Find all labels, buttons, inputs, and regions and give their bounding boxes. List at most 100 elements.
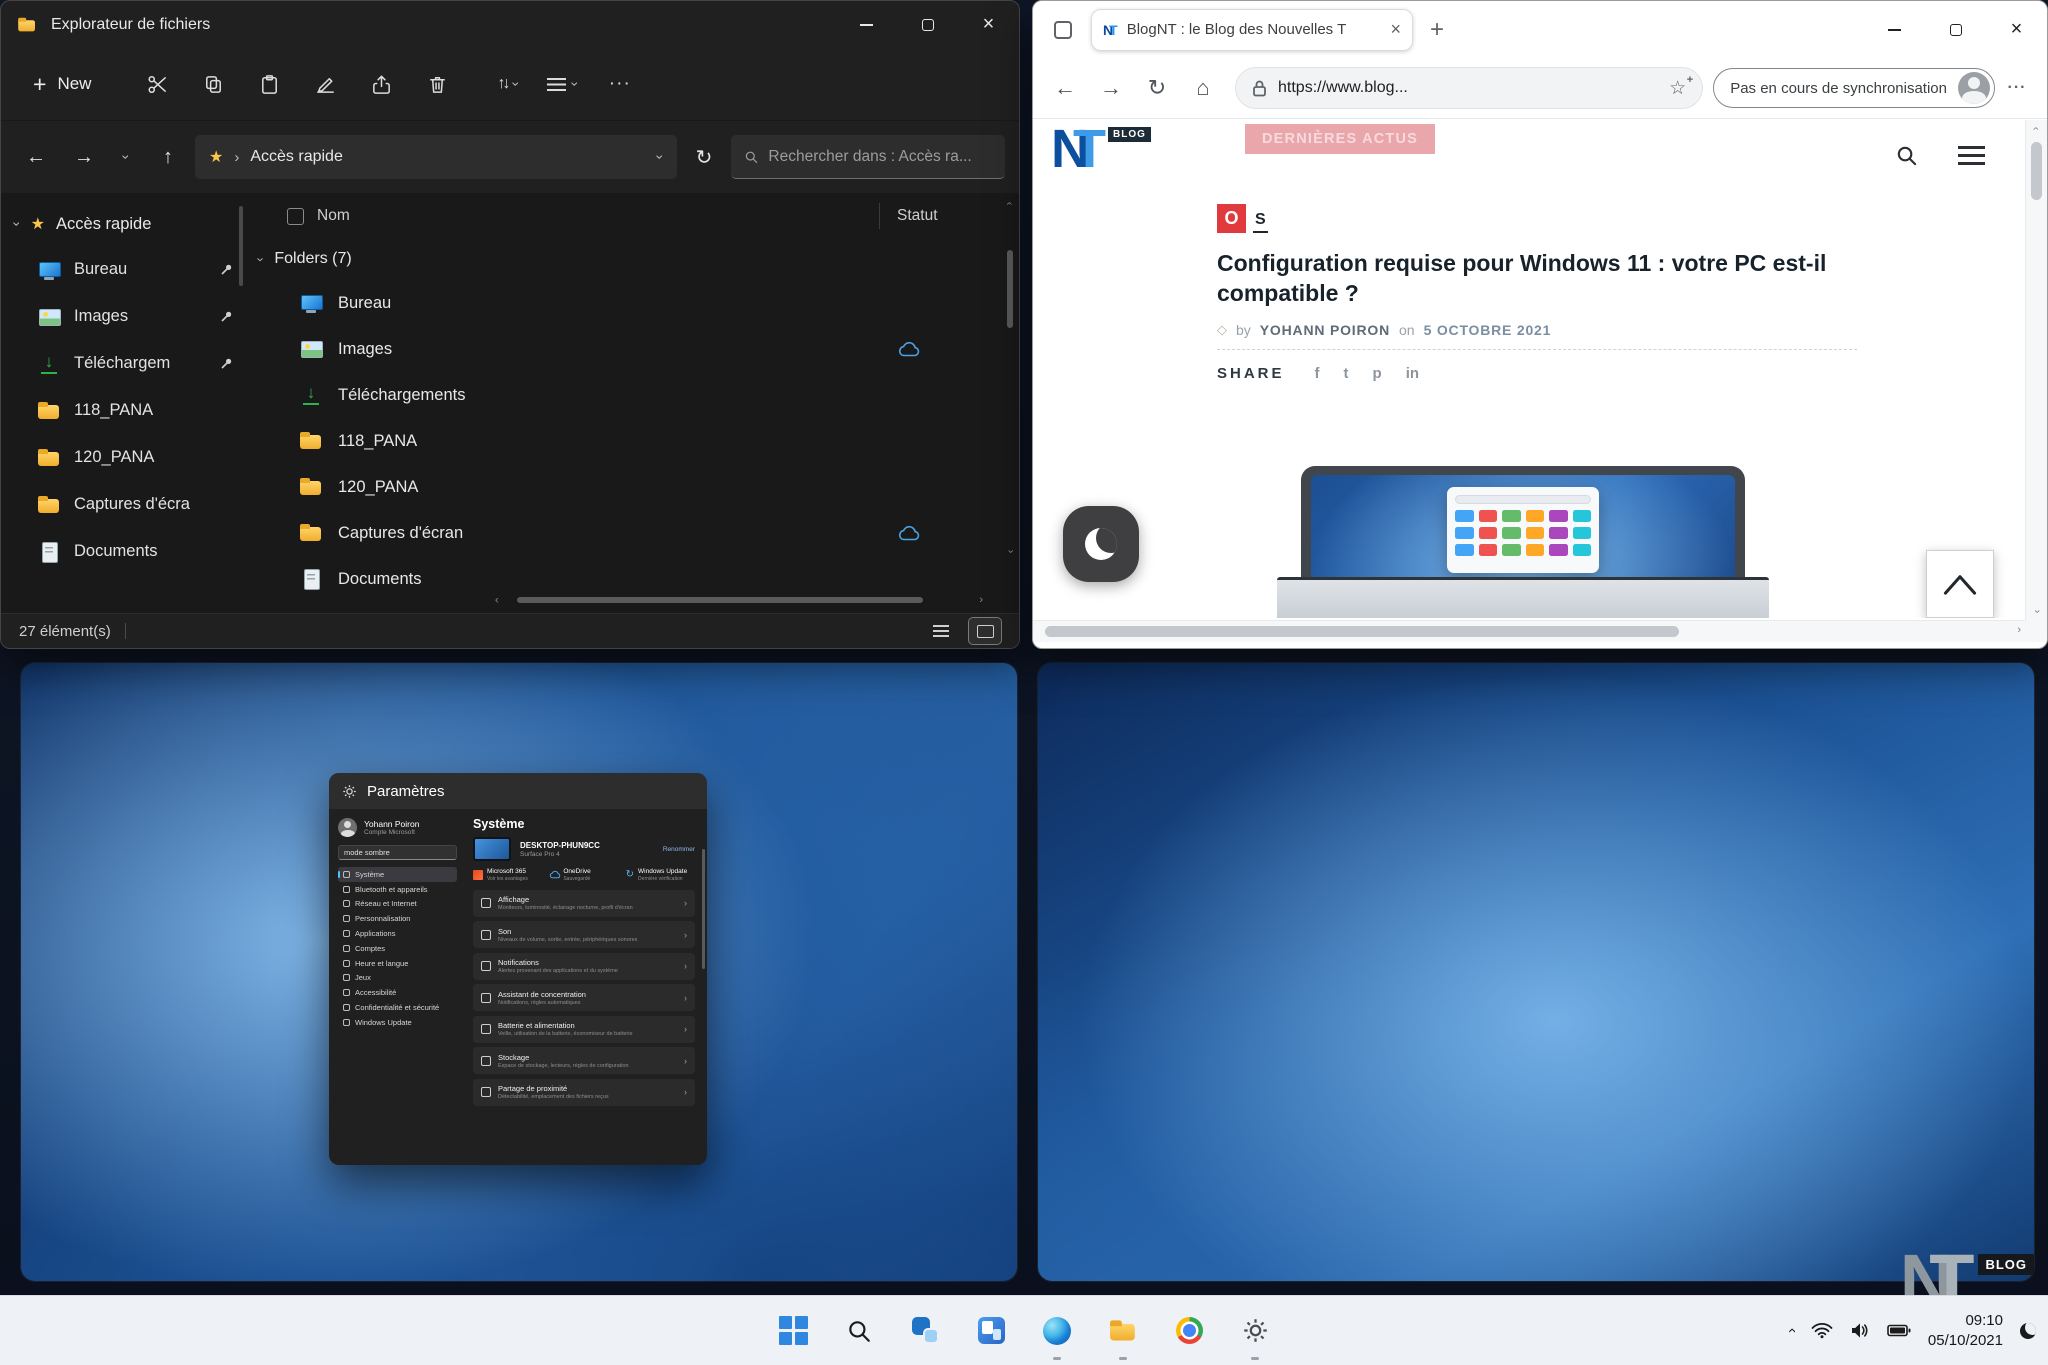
maximize-button[interactable] bbox=[897, 1, 958, 48]
explorer-search-box[interactable] bbox=[731, 135, 1005, 179]
microsoft-365-card[interactable]: Microsoft 365Voir les avantages bbox=[473, 868, 542, 882]
settings-nav-personnalisation[interactable]: Personnalisation bbox=[338, 911, 457, 926]
share-button[interactable] bbox=[355, 60, 407, 108]
twitter-icon[interactable]: t bbox=[1344, 365, 1349, 382]
file-row-120-pana[interactable]: 120_PANA bbox=[243, 464, 1019, 510]
scroll-left-arrow[interactable]: › bbox=[495, 594, 499, 605]
horizontal-scrollbar[interactable]: › › bbox=[495, 593, 983, 607]
widgets-button[interactable] bbox=[968, 1308, 1014, 1354]
volume-icon[interactable] bbox=[1850, 1322, 1870, 1339]
settings-nav-confidentialite[interactable]: Confidentialité et sécurité bbox=[338, 1000, 457, 1015]
delete-button[interactable] bbox=[411, 60, 463, 108]
show-hidden-icons-chevron[interactable]: › bbox=[1784, 1328, 1799, 1333]
address-bar[interactable]: https://www.blog... ☆+ bbox=[1235, 67, 1703, 109]
scroll-up-arrow[interactable]: › bbox=[1005, 197, 1016, 211]
file-row-captures[interactable]: Captures d'écran bbox=[243, 510, 1019, 556]
linkedin-icon[interactable]: in bbox=[1406, 365, 1419, 382]
settings-row-affichage[interactable]: AffichageMoniteurs, luminosité, éclairag… bbox=[473, 890, 695, 917]
taskbar-chrome-button[interactable] bbox=[1166, 1308, 1212, 1354]
browser-tab[interactable]: NT BlogNT : le Blog des Nouvelles T × bbox=[1091, 9, 1413, 51]
scroll-down-arrow[interactable]: › bbox=[1005, 545, 1016, 559]
sidebar-quick-access-header[interactable]: › ★ Accès rapide bbox=[1, 202, 243, 246]
paste-button[interactable] bbox=[243, 60, 295, 108]
site-menu-hamburger-icon[interactable] bbox=[1958, 146, 1985, 165]
site-search-icon[interactable] bbox=[1895, 144, 1918, 167]
column-header-statut[interactable]: Statut bbox=[897, 207, 938, 225]
details-view-toggle[interactable] bbox=[925, 618, 957, 644]
settings-row-partage[interactable]: Partage de proximitéDétectabilité, empla… bbox=[473, 1079, 695, 1106]
minimize-button[interactable] bbox=[836, 1, 897, 48]
settings-nav-systeme[interactable]: Système bbox=[338, 867, 457, 882]
settings-scrollbar[interactable] bbox=[702, 849, 705, 969]
view-button[interactable]: › bbox=[535, 60, 590, 108]
file-row-118-pana[interactable]: 118_PANA bbox=[243, 418, 1019, 464]
settings-nav-comptes[interactable]: Comptes bbox=[338, 941, 457, 956]
settings-and-more-button[interactable]: ··· bbox=[1997, 66, 2037, 110]
add-favorite-icon[interactable]: ☆+ bbox=[1669, 77, 1686, 100]
explorer-search-input[interactable] bbox=[768, 148, 992, 166]
home-button[interactable]: ⌂ bbox=[1181, 66, 1225, 110]
vertical-scroll-thumb[interactable] bbox=[1007, 250, 1013, 328]
taskbar-settings-button[interactable] bbox=[1232, 1308, 1278, 1354]
scroll-down-arrow[interactable]: › bbox=[2031, 601, 2042, 622]
profile-button[interactable]: Pas en cours de synchronisation bbox=[1713, 68, 1995, 108]
start-button[interactable] bbox=[770, 1308, 816, 1354]
new-button[interactable]: + New bbox=[15, 61, 109, 107]
facebook-icon[interactable]: f bbox=[1315, 365, 1320, 382]
snap-zone-right[interactable] bbox=[1038, 663, 2034, 1281]
group-header-folders[interactable]: › Folders (7) bbox=[243, 238, 1019, 280]
vertical-scrollbar[interactable]: › › bbox=[1003, 198, 1017, 557]
tab-actions-button[interactable] bbox=[1045, 12, 1081, 48]
select-all-checkbox[interactable] bbox=[287, 208, 304, 225]
task-view-button[interactable] bbox=[902, 1308, 948, 1354]
scroll-up-arrow[interactable]: › bbox=[2031, 118, 2042, 139]
maximize-button[interactable] bbox=[1925, 1, 1986, 58]
close-button[interactable]: × bbox=[958, 1, 1019, 48]
back-button[interactable]: ← bbox=[15, 136, 57, 178]
large-icons-view-toggle[interactable] bbox=[969, 618, 1001, 644]
sidebar-item-bureau[interactable]: Bureau bbox=[1, 246, 243, 293]
horizontal-scroll-thumb[interactable] bbox=[1045, 626, 1679, 637]
page-vertical-scrollbar[interactable]: › › bbox=[2025, 120, 2047, 620]
column-header-nom[interactable]: Nom bbox=[317, 207, 350, 225]
address-breadcrumb[interactable]: ★ › Accès rapide › bbox=[195, 135, 677, 179]
settings-window-thumbnail[interactable]: Paramètres Yohann Poiron Compte Microsof… bbox=[329, 773, 707, 1165]
rename-link[interactable]: Renommer bbox=[663, 846, 695, 853]
refresh-button[interactable]: ↻ bbox=[1135, 66, 1179, 110]
settings-row-batterie[interactable]: Batterie et alimentationVeille, utilisat… bbox=[473, 1016, 695, 1043]
settings-row-stockage[interactable]: StockageEspace de stockage, lecteurs, rè… bbox=[473, 1047, 695, 1074]
sidebar-item-documents[interactable]: Documents bbox=[1, 528, 243, 575]
taskbar-clock[interactable]: 09:10 05/10/2021 bbox=[1928, 1311, 2003, 1350]
explorer-titlebar[interactable]: Explorateur de fichiers × bbox=[1, 1, 1019, 48]
settings-row-notifications[interactable]: NotificationsAlertes provenant des appli… bbox=[473, 953, 695, 980]
article-title[interactable]: Configuration requise pour Windows 11 : … bbox=[1217, 249, 1862, 309]
category[interactable]: O S bbox=[1217, 204, 1873, 233]
article-date[interactable]: 5 OCTOBRE 2021 bbox=[1424, 322, 1552, 338]
sidebar-item-telechargements[interactable]: Téléchargem bbox=[1, 340, 243, 387]
taskbar-edge-button[interactable] bbox=[1034, 1308, 1080, 1354]
file-row-images[interactable]: Images bbox=[243, 326, 1019, 372]
settings-search-input[interactable]: mode sombre bbox=[338, 845, 457, 860]
more-options-button[interactable]: ··· bbox=[594, 60, 646, 108]
settings-row-son[interactable]: SonNiveaux de volume, sortie, entrée, pé… bbox=[473, 921, 695, 948]
column-divider[interactable] bbox=[879, 203, 880, 229]
sidebar-item-118-pana[interactable]: 118_PANA bbox=[1, 387, 243, 434]
rename-button[interactable] bbox=[299, 60, 351, 108]
file-row-bureau[interactable]: Bureau bbox=[243, 280, 1019, 326]
sidebar-item-captures[interactable]: Captures d'écra bbox=[1, 481, 243, 528]
recent-locations-chevron[interactable]: › bbox=[119, 155, 133, 160]
settings-nav-bluetooth[interactable]: Bluetooth et appareils bbox=[338, 882, 457, 897]
settings-row-concentration[interactable]: Assistant de concentrationNotifications,… bbox=[473, 984, 695, 1011]
scroll-right-arrow[interactable]: › bbox=[2017, 624, 2021, 636]
file-row-telechargements[interactable]: Téléchargements bbox=[243, 372, 1019, 418]
cut-button[interactable] bbox=[131, 60, 183, 108]
author-link[interactable]: YOHANN POIRON bbox=[1260, 322, 1390, 338]
refresh-button[interactable]: ↻ bbox=[683, 136, 725, 178]
settings-nav-heure[interactable]: Heure et langue bbox=[338, 956, 457, 971]
scroll-right-arrow[interactable]: › bbox=[979, 594, 983, 606]
blognt-logo[interactable]: N T BLOG bbox=[1051, 122, 1151, 176]
copy-button[interactable] bbox=[187, 60, 239, 108]
battery-icon[interactable] bbox=[1887, 1322, 1911, 1339]
address-dropdown-chevron[interactable]: › bbox=[654, 155, 668, 160]
close-button[interactable]: × bbox=[1986, 1, 2047, 58]
